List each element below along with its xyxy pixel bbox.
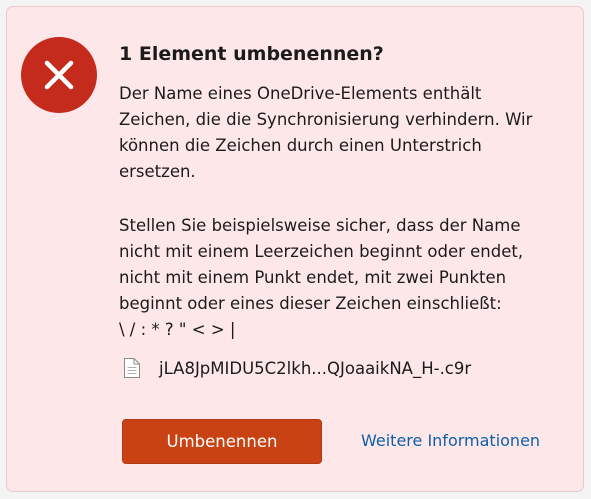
dialog-instructions: Stellen Sie beispielsweise sicher, dass …	[119, 216, 524, 339]
dialog-message: Der Name eines OneDrive-Elements enthält…	[119, 84, 533, 181]
dialog-content: 1 Element umbenennen? Der Name eines One…	[119, 41, 571, 381]
file-item: jLA8JpMIDU5C2lkh...QJoaaikNA_H-.c9r	[119, 355, 571, 381]
dialog-title: 1 Element umbenennen?	[119, 43, 384, 65]
more-info-link[interactable]: Weitere Informationen	[361, 431, 540, 450]
error-x-icon	[21, 37, 97, 113]
rename-button[interactable]: Umbenennen	[122, 419, 322, 464]
rename-dialog: 1 Element umbenennen? Der Name eines One…	[6, 6, 584, 492]
document-icon	[124, 358, 140, 378]
file-name: jLA8JpMIDU5C2lkh...QJoaaikNA_H-.c9r	[159, 358, 472, 378]
